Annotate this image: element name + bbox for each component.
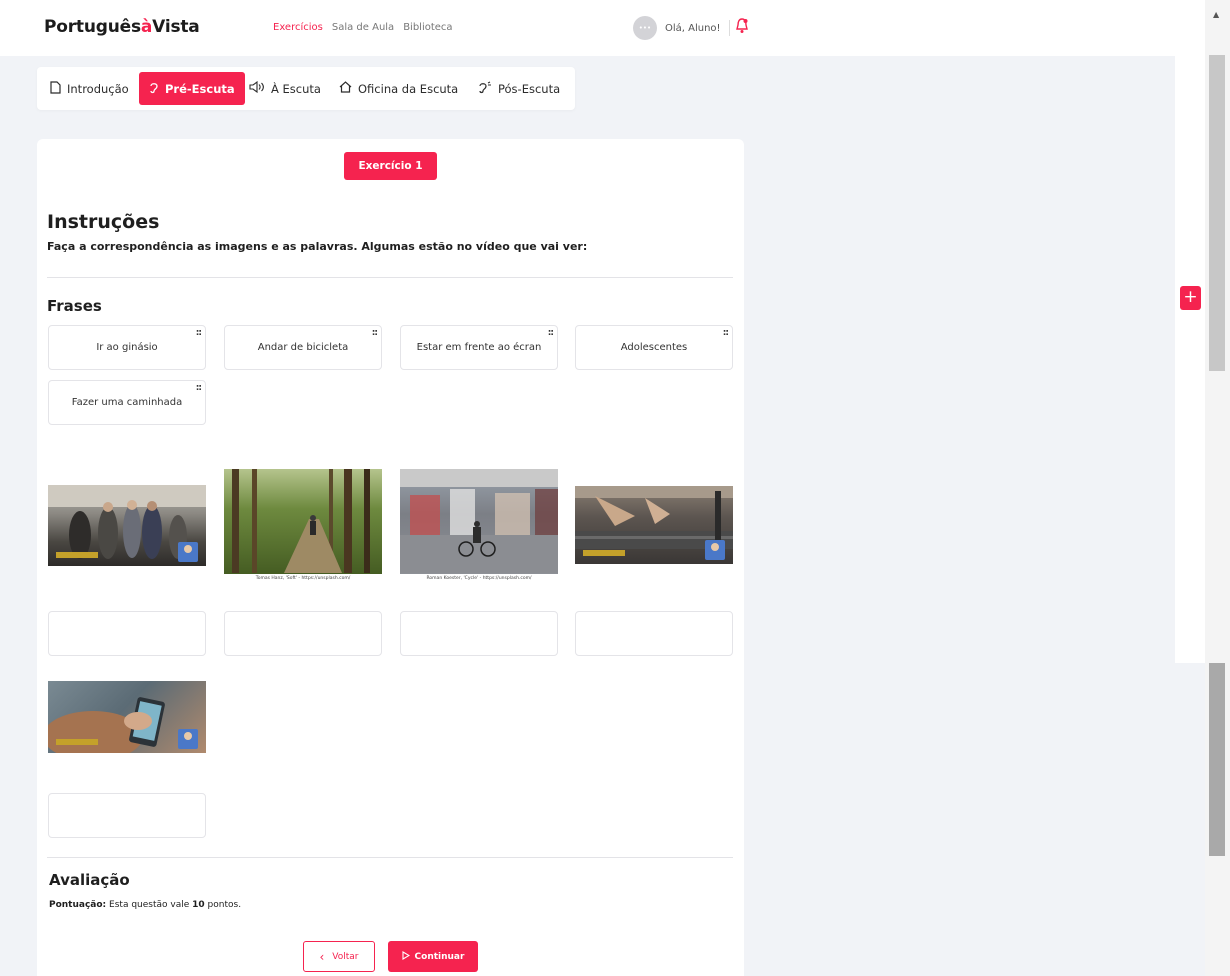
scrollbar-thumb[interactable] (1209, 55, 1225, 371)
nav-item-exercicios[interactable]: Exercícios (273, 22, 323, 33)
sign-language-interpreter (178, 542, 198, 562)
divider (728, 20, 730, 36)
caption-tag (583, 550, 625, 556)
tab-a-escuta[interactable]: À Escuta (249, 72, 321, 105)
tab-pre-escuta[interactable]: Pré-Escuta (139, 72, 245, 105)
scrollbar-thumb[interactable] (1209, 663, 1225, 856)
tab-pos-escuta[interactable]: Pós-Escuta (478, 72, 560, 105)
image-caption: Tomas Hanz, 'Soft' - https://unsplash.co… (224, 574, 382, 582)
drag-handle-icon[interactable]: :: (548, 329, 554, 338)
tab-label: Pré-Escuta (165, 81, 235, 96)
score-label: Pontuação: (49, 900, 107, 910)
phrase-label: Estar em frente ao écran (416, 342, 542, 353)
score-points: 10 (192, 900, 205, 910)
back-label: Voltar (332, 951, 359, 962)
drop-zone[interactable] (400, 611, 558, 656)
phrase-chip[interactable]: Estar em frente ao écran :: (400, 325, 558, 370)
phrase-chip[interactable]: Fazer uma caminhada :: (48, 380, 206, 425)
forest-walk-image: Tomas Hanz, 'Soft' - https://unsplash.co… (224, 469, 382, 582)
add-button[interactable]: + (1180, 286, 1201, 310)
treadmill-image (575, 486, 733, 564)
score-text-pre: Esta questão vale (109, 900, 190, 910)
phrase-label: Andar de bicicleta (257, 342, 349, 353)
instructions-title: Instruções (47, 211, 160, 233)
divider (47, 857, 733, 858)
exercise-card: Exercício 1 Instruções Faça a correspond… (37, 139, 744, 976)
phrase-label: Adolescentes (620, 342, 688, 353)
drag-handle-icon[interactable]: :: (372, 329, 378, 338)
phrase-chip[interactable]: Adolescentes :: (575, 325, 733, 370)
drag-handle-icon[interactable]: :: (196, 384, 202, 393)
side-panel (1175, 56, 1205, 663)
phrase-label: Fazer uma caminhada (71, 397, 183, 408)
continue-button[interactable]: Continuar (388, 941, 478, 972)
ear-sound-icon (478, 81, 492, 97)
sign-language-interpreter (178, 729, 198, 749)
divider (47, 277, 733, 278)
greeting-text: Olá, Aluno! (665, 22, 721, 34)
caption-tag (56, 552, 98, 558)
logo-text-main: Português (44, 17, 141, 37)
play-icon (401, 950, 410, 963)
drop-zone[interactable] (48, 611, 206, 656)
nav-item-sala-de-aula[interactable]: Sala de Aula (332, 22, 394, 33)
tab-label: Introdução (67, 81, 129, 96)
tab-label: Pós-Escuta (498, 81, 561, 96)
speaker-icon (249, 80, 265, 96)
drop-zone[interactable] (48, 793, 206, 838)
phone-screen-image (48, 681, 206, 753)
tab-label: Oficina da Escuta (358, 81, 459, 96)
instructions-text: Faça a correspondência as imagens e as p… (47, 240, 588, 253)
frases-title: Frases (47, 297, 102, 315)
continue-label: Continuar (414, 951, 465, 962)
phrase-chip[interactable]: Andar de bicicleta :: (224, 325, 382, 370)
sign-language-interpreter (705, 540, 725, 560)
score-info: Pontuação: Esta questão vale 10 pontos. (49, 900, 241, 910)
logo-text-accent: à (140, 17, 153, 37)
scroll-up-icon[interactable]: ▲ (1213, 10, 1219, 19)
image-caption: Roman Koester, 'Cycle' - https://unsplas… (400, 574, 558, 582)
exercise-button[interactable]: Exercício 1 (344, 152, 437, 180)
score-text-post: pontos. (207, 900, 242, 910)
house-icon (339, 81, 352, 96)
phrase-chip[interactable]: Ir ao ginásio :: (48, 325, 206, 370)
logo-text-tail: Vista (152, 17, 200, 37)
tab-introducao[interactable]: Introdução (50, 72, 129, 105)
plus-icon: + (1183, 287, 1198, 307)
phrase-label: Ir ao ginásio (96, 342, 158, 353)
document-icon (50, 80, 61, 97)
top-navbar: PortuguêsàVista Exercícios Sala de Aula … (0, 0, 1205, 56)
notification-bell-icon[interactable] (735, 18, 748, 38)
back-button[interactable]: ‹ Voltar (303, 941, 375, 972)
evaluation-title: Avaliação (49, 871, 130, 889)
user-menu[interactable]: ••• Olá, Aluno! (633, 16, 748, 40)
lesson-tabs: Introdução Pré-Escuta À Escuta Oficina d… (37, 67, 575, 110)
drop-zone[interactable] (575, 611, 733, 656)
avatar[interactable]: ••• (633, 16, 657, 40)
ear-icon (149, 81, 159, 97)
caption-tag (56, 739, 98, 745)
drag-handle-icon[interactable]: :: (196, 329, 202, 338)
main-nav: Exercícios Sala de Aula Biblioteca (273, 22, 453, 33)
drop-zone[interactable] (224, 611, 382, 656)
drag-handle-icon[interactable]: :: (723, 329, 729, 338)
logo[interactable]: PortuguêsàVista (44, 17, 200, 37)
tab-oficina-da-escuta[interactable]: Oficina da Escuta (339, 72, 458, 105)
tab-label: À Escuta (271, 81, 321, 96)
chevron-left-icon: ‹ (319, 949, 325, 964)
nav-item-biblioteca[interactable]: Biblioteca (403, 22, 452, 33)
city-bicycle-image: Roman Koester, 'Cycle' - https://unsplas… (400, 469, 558, 582)
street-crowd-image (48, 485, 206, 566)
